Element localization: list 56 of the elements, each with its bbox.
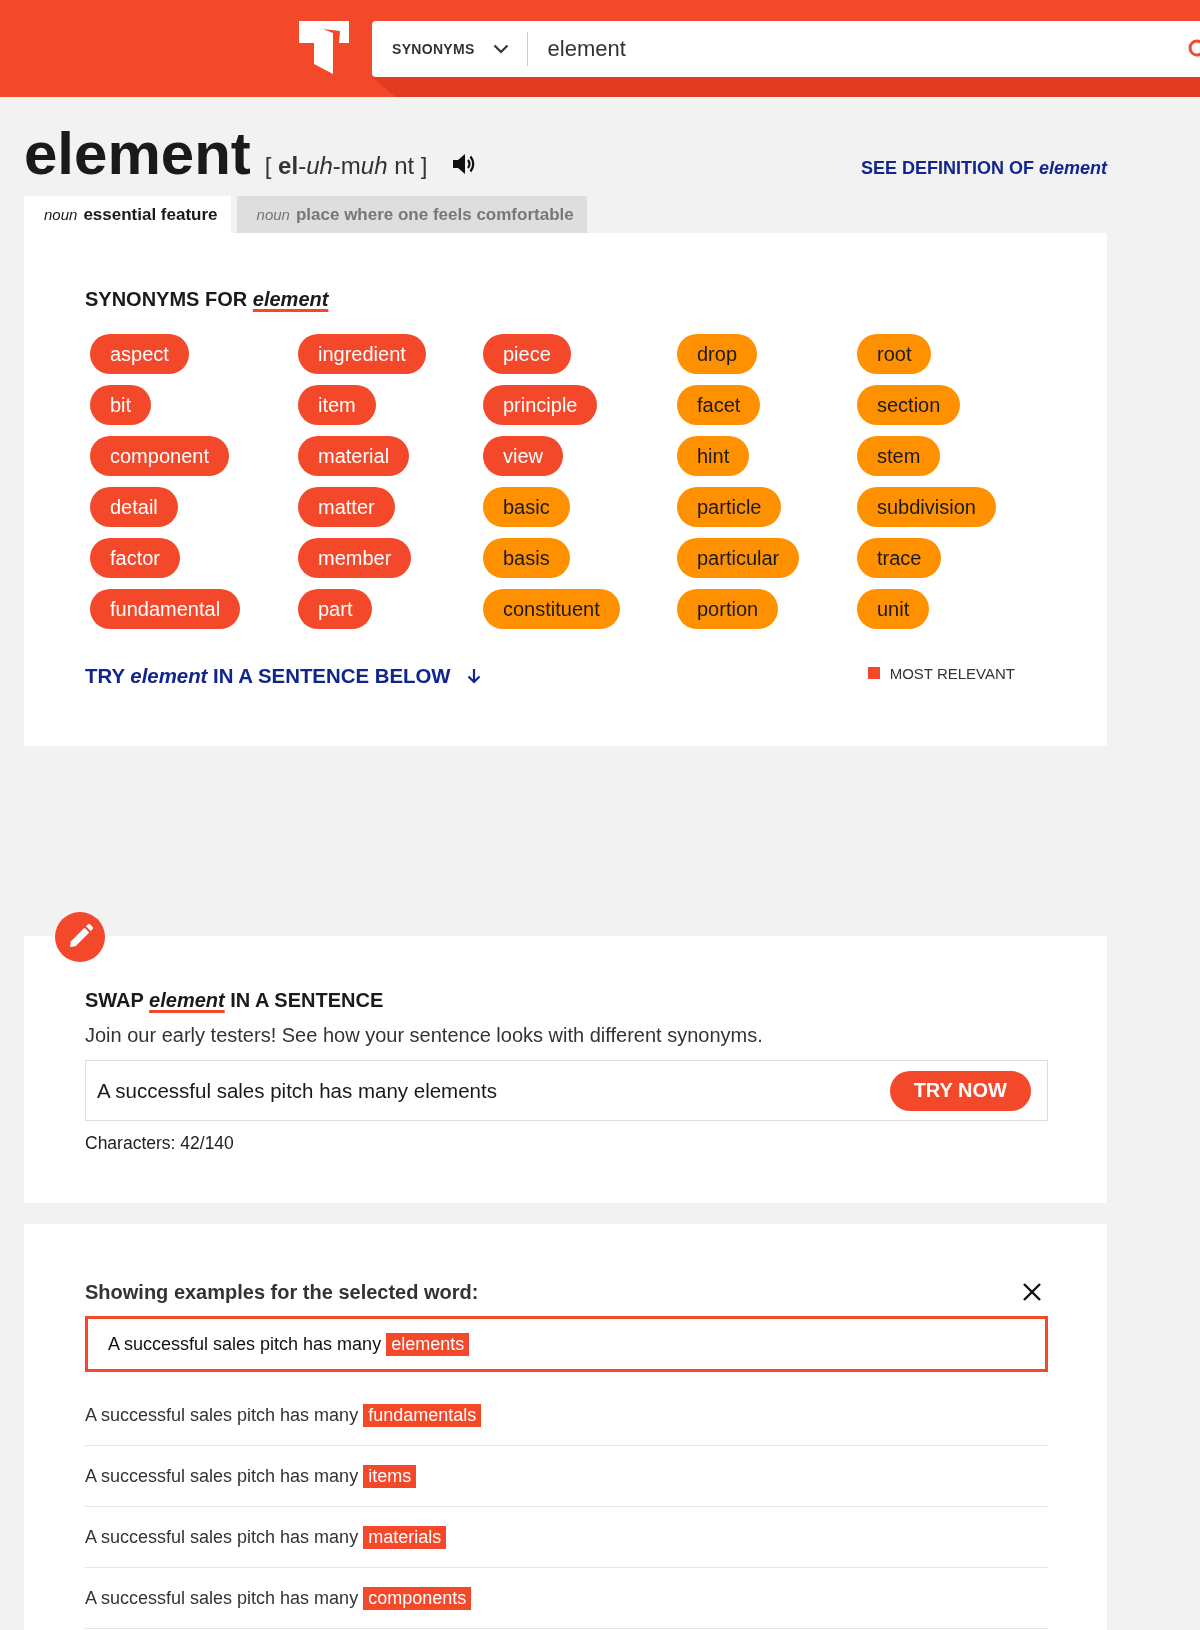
example-option[interactable]: A successful sales pitch has many components — [85, 1568, 1048, 1629]
legend-label: MOST RELEVANT — [889, 664, 1015, 682]
synonym-chip[interactable]: drop — [677, 334, 758, 374]
pronunciation: [ el-uh-muh nt ] — [264, 152, 428, 180]
synonym-chip[interactable]: view — [483, 436, 563, 476]
synonym-chip[interactable]: item — [298, 385, 376, 425]
synonym-chip[interactable]: particular — [677, 538, 800, 578]
synonym-chip[interactable]: factor — [90, 538, 181, 578]
synonym-chip[interactable]: fundamental — [90, 589, 241, 629]
search-field[interactable]: SYNONYMS element — [372, 21, 1200, 77]
synonym-chip[interactable]: piece — [483, 334, 571, 374]
synonym-chip[interactable]: trace — [857, 538, 942, 578]
synonym-chip[interactable]: stem — [857, 436, 941, 476]
section-heading: SYNONYMS FOR element — [85, 287, 330, 311]
synonym-chip[interactable]: material — [298, 436, 410, 476]
speaker-icon[interactable] — [451, 153, 476, 175]
character-counter: Characters: 42/140 — [85, 1134, 235, 1152]
synonym-chip[interactable]: root — [857, 334, 932, 374]
synonym-chip[interactable]: aspect — [90, 334, 189, 374]
examples-heading: Showing examples for the selected word: — [85, 1280, 479, 1304]
synonym-chip[interactable]: constituent — [483, 589, 620, 629]
synonym-chip[interactable]: subdivision — [857, 487, 996, 527]
synonym-chip[interactable]: facet — [677, 385, 761, 425]
chevron-icon — [492, 44, 509, 54]
logo-icon[interactable] — [299, 21, 350, 74]
meaning-tab[interactable]: noun essential feature — [24, 196, 231, 233]
synonym-chip[interactable]: principle — [483, 385, 598, 425]
sentence-field[interactable]: A successful sales pitch has many elements TRY NOW — [85, 1060, 1048, 1121]
synonym-chip[interactable]: basis — [483, 538, 570, 578]
arrow-down-icon — [466, 668, 481, 684]
synonym-chip[interactable]: section — [857, 385, 961, 425]
synonym-chip[interactable]: matter — [298, 487, 395, 527]
example-option[interactable]: A successful sales pitch has many materials — [85, 1507, 1048, 1568]
example-option[interactable]: A successful sales pitch has many elements — [85, 1316, 1048, 1372]
definition-link[interactable]: SEE DEFINITION OF element — [860, 158, 1107, 179]
example-option[interactable]: A successful sales pitch has many items — [85, 1446, 1048, 1507]
synonym-chip[interactable]: ingredient — [298, 334, 426, 374]
synonym-chip[interactable]: component — [90, 436, 229, 476]
synonym-chip[interactable]: particle — [677, 487, 782, 527]
synonym-chip[interactable]: part — [298, 589, 373, 629]
synonym-chip[interactable]: member — [298, 538, 412, 578]
close-icon[interactable] — [1022, 1282, 1042, 1302]
example-option[interactable]: A successful sales pitch has many fundamentals — [85, 1385, 1048, 1446]
headword: element — [24, 121, 251, 187]
intro-text: Join our early testers! See how your sentence looks with different synonyms. — [85, 1023, 764, 1047]
try-now-button[interactable]: TRY NOW — [889, 1070, 1031, 1111]
synonym-chip[interactable]: portion — [677, 589, 779, 629]
synonym-chip[interactable]: basic — [483, 487, 570, 527]
section-heading: SWAP element IN A SENTENCE — [85, 988, 385, 1012]
synonym-chip[interactable]: bit — [90, 385, 152, 425]
synonym-chip[interactable]: unit — [857, 589, 930, 629]
try-sentence-link[interactable]: TRY element IN A SENTENCE BELOW — [85, 664, 481, 688]
search-icon[interactable] — [1187, 39, 1200, 59]
synonym-chip[interactable]: hint — [677, 436, 750, 476]
synonym-chip[interactable]: detail — [90, 487, 178, 527]
search-type-dropdown[interactable]: SYNONYMS — [392, 41, 509, 57]
